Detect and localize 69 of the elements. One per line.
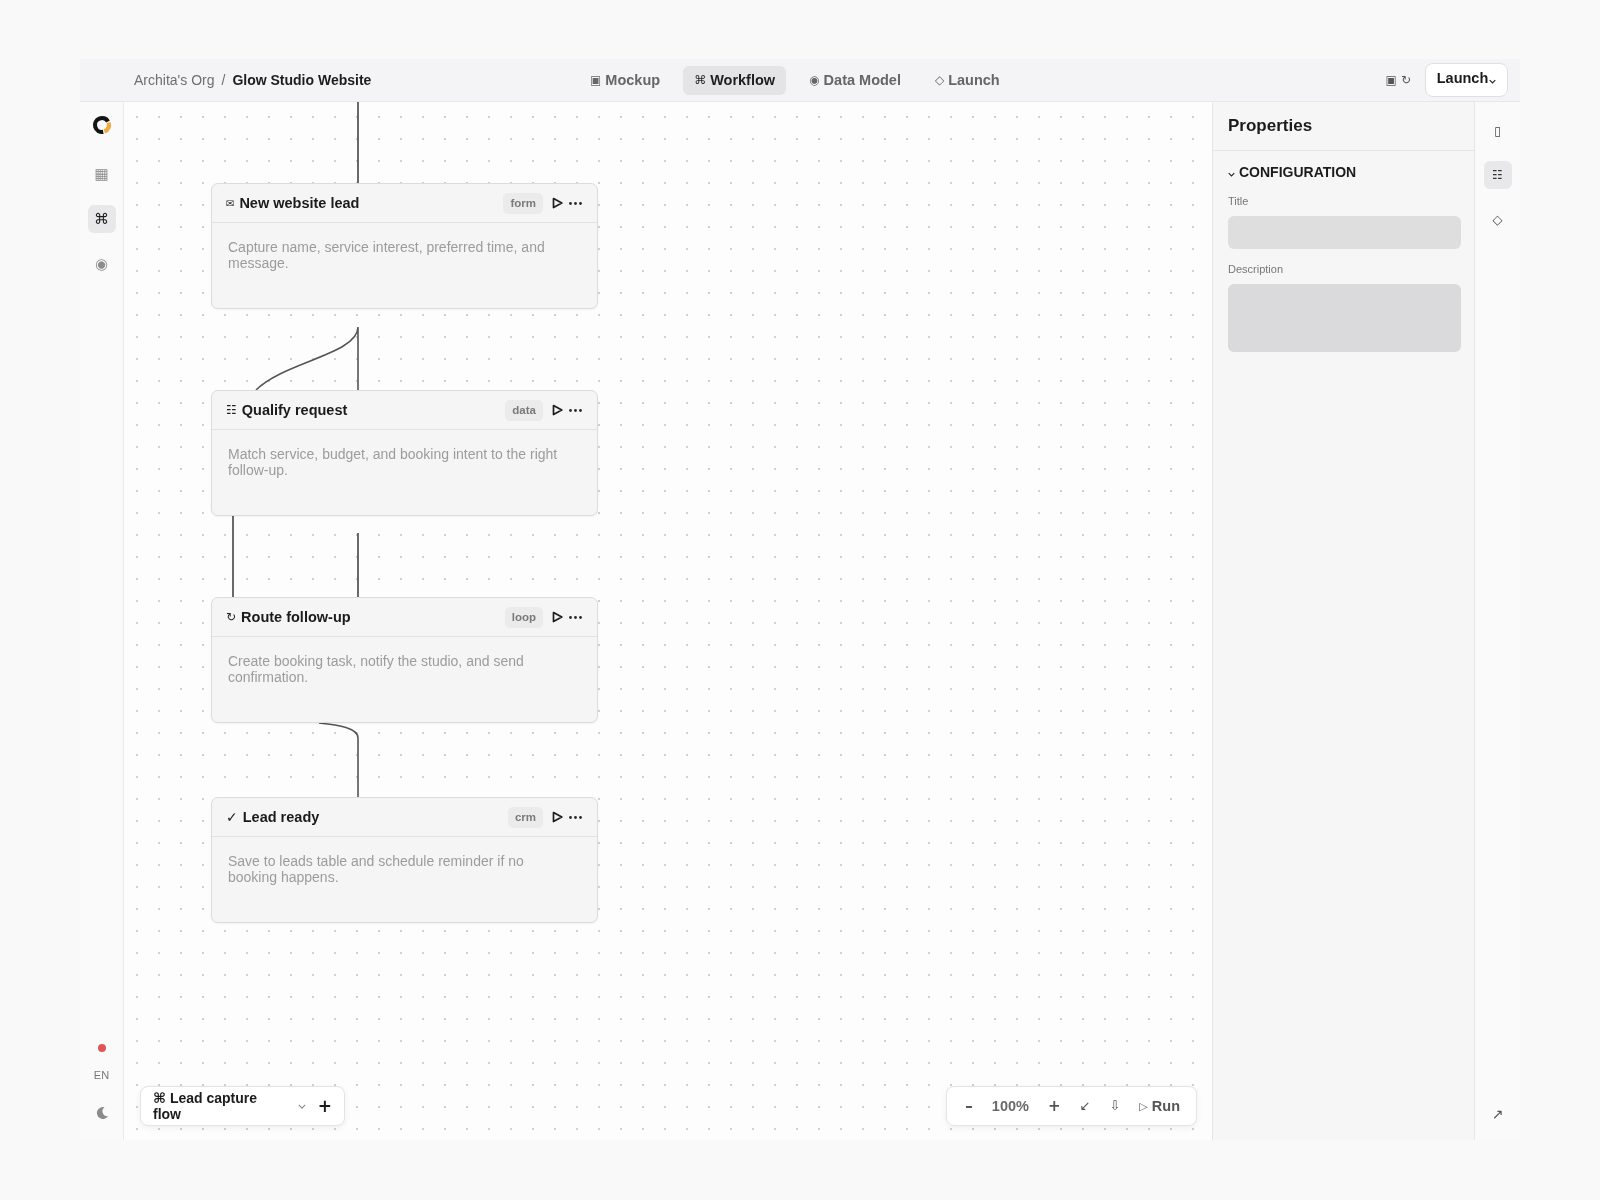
language-label[interactable]: EN (93, 1069, 110, 1081)
logo-icon[interactable] (90, 114, 113, 136)
download-button[interactable]: ⇩ (1109, 1097, 1121, 1115)
arrow-icon[interactable]: ↗ (1491, 1106, 1504, 1122)
chevron-down-icon[interactable] (1228, 171, 1235, 177)
flow-name: ⌘ Lead capture flow (153, 1090, 258, 1122)
node-type-tag: crm (507, 806, 543, 828)
node-type-tag: loop (504, 606, 543, 628)
panel-icon[interactable]: ▣ (1385, 73, 1397, 87)
workflow-node[interactable]: ☷ Qualify request data Match service, budget, and booking intent to the right follow-up. (211, 390, 598, 516)
play-icon[interactable] (552, 404, 563, 416)
view-tab[interactable]: ⌘ Workflow (683, 65, 787, 95)
play-icon[interactable] (552, 811, 563, 823)
node-description: Match service, budget, and booking intent to the right follow-up. (228, 446, 559, 478)
field-label: Title (1228, 195, 1250, 208)
diamond-icon: ◇ (934, 73, 945, 87)
envelope-icon: ✉ (226, 197, 235, 209)
status-dot-icon (97, 1044, 106, 1052)
chevron-down-icon (1489, 79, 1497, 84)
node-description: Capture name, service interest, preferred time, and message. (228, 239, 546, 271)
title-input[interactable] (1228, 216, 1461, 249)
launch-button[interactable]: Launch (1425, 63, 1508, 97)
grid-icon: ☷ (226, 403, 237, 417)
command-icon[interactable]: ⌘ (87, 205, 116, 233)
node-type-tag: data (505, 399, 543, 421)
play-icon[interactable] (552, 611, 563, 623)
zoom-level: 100% (991, 1098, 1029, 1114)
checkmark-icon: ✓ (226, 809, 238, 825)
workflow-node[interactable]: ✉ New website lead form Capture name, service interest, preferred time, and message. (211, 183, 598, 309)
view-tab[interactable]: ◉ Data Model (798, 65, 912, 95)
node-description: Create booking task, notify the studio, and send confirmation. (228, 653, 525, 685)
project-title: Glow Studio Website (232, 72, 372, 88)
zoom-out-button[interactable]: – (965, 1097, 973, 1115)
field-label: Description (1228, 263, 1285, 276)
play-icon[interactable] (552, 197, 563, 209)
command-icon: ⌘ (694, 73, 707, 87)
fit-button[interactable]: ↙ (1079, 1097, 1091, 1115)
rectangle-icon[interactable]: ▯ (1483, 117, 1512, 145)
node-title: Route follow-up (241, 609, 351, 625)
moon-icon[interactable] (94, 1106, 109, 1120)
connector-line (357, 532, 359, 598)
view-tab[interactable]: ◇ Launch (923, 65, 1011, 95)
square-icon: ▣ (590, 73, 602, 87)
breadcrumb-separator: / (221, 72, 226, 88)
workflow-node[interactable]: ↻ Route follow-up loop Create booking task, notify the studio, and send confirmation. (211, 597, 598, 723)
more-icon[interactable] (569, 615, 582, 619)
diamond-icon[interactable]: ◇ (1483, 205, 1512, 233)
circular-arrow-icon: ↻ (226, 610, 237, 624)
node-type-tag: form (503, 192, 543, 214)
org-link[interactable]: Archita's Org (134, 72, 215, 88)
more-icon[interactable] (569, 408, 582, 412)
node-description: Save to leads table and schedule reminder if no booking happens. (228, 853, 525, 885)
section-title[interactable]: CONFIGURATION (1239, 164, 1357, 180)
view-tab[interactable]: ▣ Mockup (579, 65, 672, 95)
run-button[interactable]: ▷ Run (1139, 1098, 1180, 1114)
panel-title: Properties (1228, 116, 1313, 136)
node-title: New website lead (239, 195, 360, 211)
workflow-node[interactable]: ✓ Lead ready crm Save to leads table and schedule reminder if no booking happens. (211, 797, 598, 923)
list-icon[interactable]: ☷ (1483, 161, 1512, 189)
flow-selector[interactable]: ⌘ Lead capture flow + (140, 1086, 345, 1126)
node-title: Lead ready (242, 809, 320, 825)
more-icon[interactable] (569, 815, 582, 819)
zoom-in-button[interactable]: + (1047, 1097, 1061, 1115)
add-flow-button[interactable]: + (317, 1097, 332, 1115)
target-icon: ◉ (809, 73, 820, 87)
more-icon[interactable] (569, 201, 582, 205)
node-title: Qualify request (241, 402, 348, 418)
refresh-icon[interactable]: ↻ (1400, 73, 1411, 87)
play-icon: ▷ (1139, 1099, 1148, 1113)
